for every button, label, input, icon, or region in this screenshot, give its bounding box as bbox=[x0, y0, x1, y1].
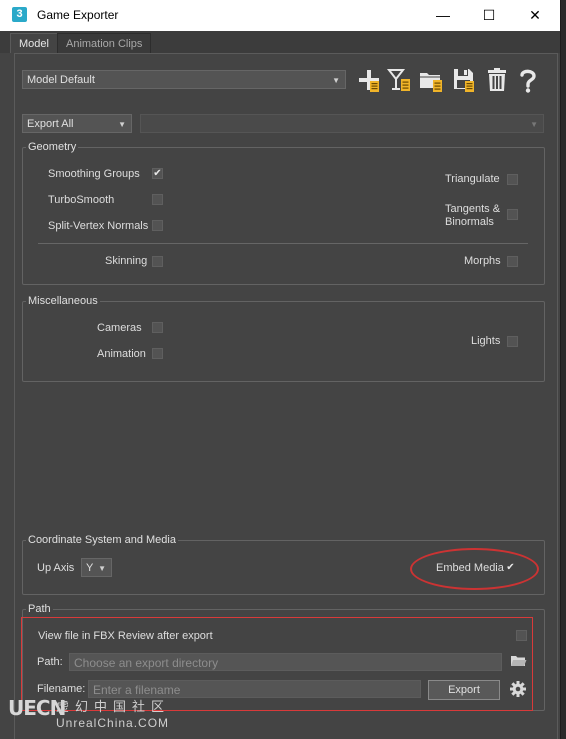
rename-preset-icon[interactable] bbox=[386, 66, 414, 94]
watermark-english-text: UnrealChina.COM bbox=[56, 716, 170, 730]
cameras-checkbox[interactable] bbox=[152, 322, 163, 333]
triangulate-label: Triangulate bbox=[445, 173, 500, 185]
tab-bar: Model Animation Clips bbox=[0, 31, 560, 53]
skinning-checkbox[interactable] bbox=[152, 256, 163, 267]
animation-checkbox[interactable] bbox=[152, 348, 163, 359]
minimize-button[interactable]: — bbox=[420, 0, 466, 31]
animation-label: Animation bbox=[97, 348, 146, 360]
3dsmax-app-icon: 3 bbox=[12, 7, 27, 22]
turbosmooth-checkbox[interactable] bbox=[152, 194, 163, 205]
triangulate-checkbox[interactable] bbox=[507, 174, 518, 185]
load-preset-icon[interactable] bbox=[418, 66, 446, 94]
geometry-separator bbox=[38, 243, 528, 244]
morphs-checkbox[interactable] bbox=[507, 256, 518, 267]
export-mode-value: Export All bbox=[27, 118, 74, 130]
window-title: Game Exporter bbox=[37, 8, 119, 22]
miscellaneous-group bbox=[22, 301, 545, 382]
tangents-binormals-checkbox[interactable] bbox=[507, 209, 518, 220]
lights-label: Lights bbox=[471, 335, 501, 347]
up-axis-value: Y bbox=[86, 562, 94, 574]
export-mode-dropdown[interactable]: Export All ▼ bbox=[22, 114, 132, 133]
turbosmooth-label: TurboSmooth bbox=[48, 194, 115, 206]
add-preset-icon[interactable] bbox=[355, 66, 383, 94]
tab-model[interactable]: Model bbox=[10, 33, 58, 53]
preset-dropdown-value: Model Default bbox=[27, 74, 95, 86]
chevron-down-icon: ▼ bbox=[332, 76, 340, 85]
coordinate-system-group-title: Coordinate System and Media bbox=[26, 534, 178, 546]
chevron-down-icon: ▼ bbox=[530, 120, 538, 129]
geometry-group-title: Geometry bbox=[26, 141, 79, 153]
tangents-label-line2: Binormals bbox=[445, 216, 494, 228]
split-vertex-normals-label: Split-Vertex Normals bbox=[48, 220, 149, 232]
smoothing-groups-checkbox[interactable]: ✔ bbox=[152, 168, 163, 179]
tangents-label-line1: Tangents & bbox=[445, 203, 501, 215]
checkmark-icon: ✔ bbox=[153, 168, 162, 179]
skinning-label: Skinning bbox=[105, 255, 148, 267]
chevron-down-icon: ▼ bbox=[98, 564, 106, 573]
delete-preset-icon[interactable] bbox=[483, 66, 511, 94]
tab-animation-clips[interactable]: Animation Clips bbox=[57, 33, 152, 53]
up-axis-dropdown[interactable]: Y ▼ bbox=[81, 558, 112, 577]
save-preset-icon[interactable] bbox=[450, 66, 478, 94]
watermark-chinese-text: 虚幻中国社区 bbox=[56, 699, 171, 714]
unrealchina-watermark: UECN 虚幻中国社区 UnrealChina.COM bbox=[8, 694, 208, 734]
morphs-label: Morphs bbox=[464, 255, 501, 267]
up-axis-label: Up Axis bbox=[37, 562, 75, 574]
preset-dropdown[interactable]: Model Default ▼ bbox=[22, 70, 346, 89]
split-vertex-normals-checkbox[interactable] bbox=[152, 220, 163, 231]
close-button[interactable]: ✕ bbox=[512, 0, 558, 31]
chevron-down-icon: ▼ bbox=[118, 120, 126, 129]
lights-checkbox[interactable] bbox=[507, 336, 518, 347]
maximize-button[interactable]: ☐ bbox=[466, 0, 512, 31]
smoothing-groups-label: Smoothing Groups bbox=[48, 168, 140, 180]
game-exporter-window: 3 Game Exporter — ☐ ✕ Model Animation Cl… bbox=[0, 0, 561, 739]
title-bar[interactable]: 3 Game Exporter — ☐ ✕ bbox=[0, 0, 560, 31]
help-icon[interactable] bbox=[514, 66, 542, 94]
selection-set-dropdown[interactable]: ▼ bbox=[140, 114, 544, 133]
miscellaneous-group-title: Miscellaneous bbox=[26, 295, 100, 307]
highlight-ellipse-annotation bbox=[410, 548, 539, 590]
path-group-title: Path bbox=[26, 603, 53, 615]
cameras-label: Cameras bbox=[97, 322, 142, 334]
